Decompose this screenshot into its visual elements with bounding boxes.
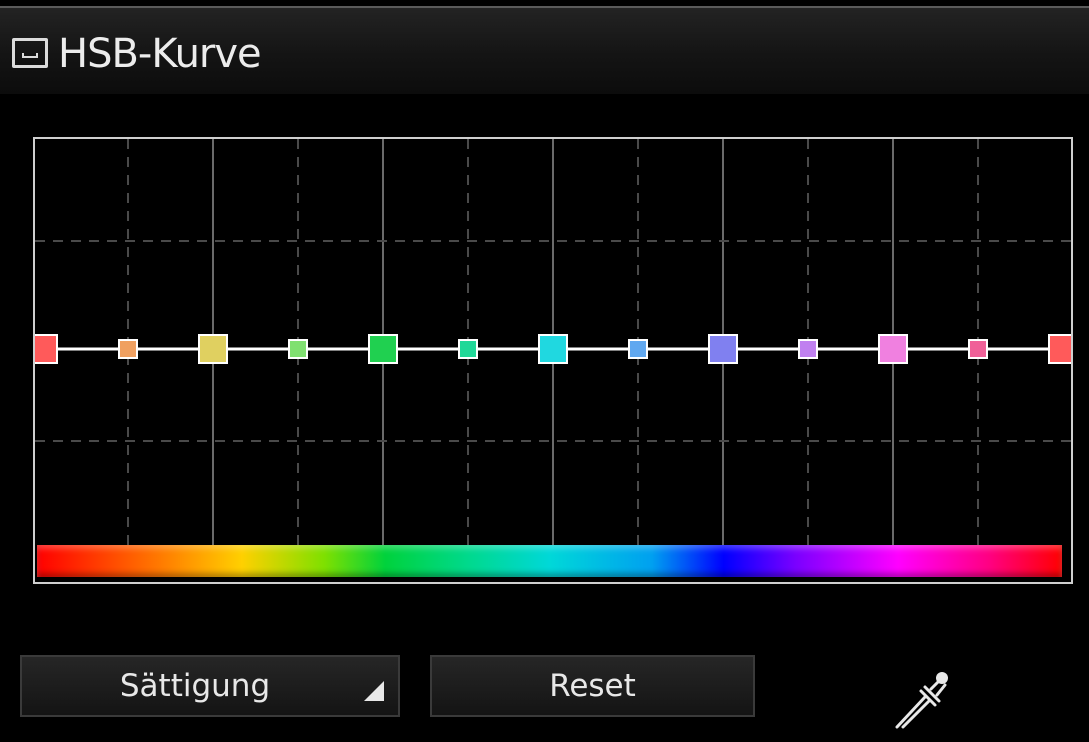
curve-control-point[interactable] <box>198 334 228 364</box>
curve-control-point[interactable] <box>1048 334 1071 364</box>
curve-control-point[interactable] <box>538 334 568 364</box>
hsb-curve-editor[interactable] <box>33 137 1073 584</box>
panel-title: HSB-Kurve <box>58 31 262 77</box>
curve-control-point[interactable] <box>368 334 398 364</box>
curve-control-point[interactable] <box>118 339 138 359</box>
curve-control-point[interactable] <box>708 334 738 364</box>
curve-control-point[interactable] <box>968 339 988 359</box>
panel-title-bar: HSB-Kurve <box>0 6 1089 94</box>
curve-canvas[interactable] <box>35 139 1071 582</box>
curve-control-point[interactable] <box>458 339 478 359</box>
curve-mode-label: Sättigung <box>119 668 271 704</box>
reset-button[interactable]: Reset <box>430 655 755 717</box>
eyedropper-icon[interactable] <box>885 665 955 735</box>
curve-control-point[interactable] <box>35 334 58 364</box>
curve-control-point[interactable] <box>288 339 308 359</box>
curve-mode-dropdown[interactable]: Sättigung <box>20 655 400 717</box>
hue-gradient-bar <box>37 545 1062 577</box>
curve-control-point[interactable] <box>798 339 818 359</box>
curve-control-point[interactable] <box>878 334 908 364</box>
window-icon <box>12 38 48 68</box>
curve-control-point[interactable] <box>628 339 648 359</box>
dropdown-corner-icon <box>364 681 384 701</box>
